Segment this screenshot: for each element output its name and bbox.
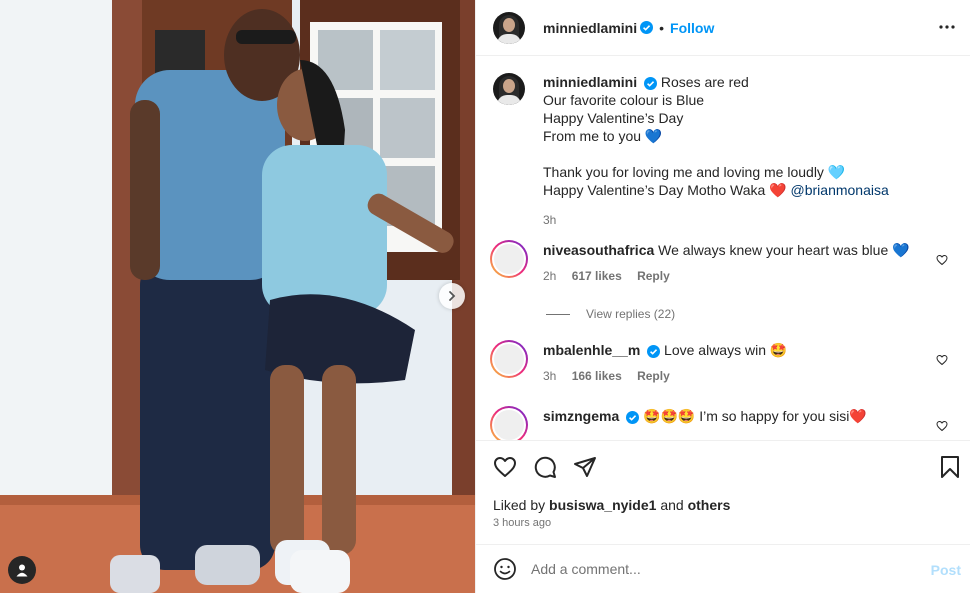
like-heart-icon[interactable] (493, 455, 517, 479)
post-actions: Liked by busiswa_nyide1 and others 3 hou… (476, 440, 970, 543)
caption-line: Happy Valentine’s Day (543, 110, 684, 126)
comment-time[interactable]: 2h (543, 269, 556, 283)
comment-item: niveasouthafrica We always knew your hea… (490, 240, 960, 283)
verified-badge-icon (647, 344, 661, 358)
comment-item: simzngema 🤩🤩🤩 I’m so happy for you sisi❤… (490, 406, 960, 440)
verified-badge-icon (640, 21, 654, 34)
tagged-people-button[interactable] (8, 556, 36, 584)
verified-badge-icon (644, 76, 658, 90)
comment-item: mbalenhle__m Love always win 🤩 3h 166 li… (490, 340, 960, 383)
reply-button[interactable]: Reply (637, 269, 670, 283)
caption-line: Thank you for loving me and loving me lo… (543, 164, 846, 180)
comments-list[interactable]: minniedlamini Roses are red Our favorite… (476, 57, 970, 440)
user-tag-icon (16, 564, 28, 577)
liked-by-prefix: Liked by (493, 497, 546, 513)
post-caption: minniedlamini Roses are red Our favorite… (493, 73, 963, 229)
share-send-icon[interactable] (573, 455, 597, 479)
author-avatar[interactable] (493, 11, 525, 44)
emoji-smiley-icon[interactable] (493, 557, 517, 581)
liked-by-user[interactable]: busiswa_nyide1 (549, 497, 656, 513)
comment-username[interactable]: mbalenhle__m (543, 342, 640, 358)
post-timestamp[interactable]: 3 hours ago (493, 517, 551, 529)
caption-line: Roses are red (660, 74, 749, 90)
comment-input[interactable] (531, 561, 911, 577)
liked-by-and: and (660, 497, 684, 513)
caption-author-avatar[interactable] (493, 73, 525, 105)
caption-username[interactable]: minniedlamini (543, 74, 637, 90)
liked-by-line: Liked by busiswa_nyide1 and others (493, 497, 730, 513)
comment-text: Love always win 🤩 (664, 342, 788, 358)
comment-username[interactable]: simzngema (543, 408, 619, 424)
comment-username[interactable]: niveasouthafrica (543, 242, 654, 258)
view-replies-button[interactable]: View replies (22) (546, 307, 675, 321)
comment-text: 🤩🤩🤩 I’m so happy for you sisi❤️ (643, 408, 867, 424)
caption-time[interactable]: 3h (543, 211, 963, 229)
next-photo-button[interactable] (439, 283, 465, 309)
bookmark-save-icon[interactable] (939, 455, 961, 479)
commenter-avatar[interactable] (490, 240, 528, 278)
header-separator: • (659, 19, 665, 36)
post-comment-button[interactable]: Post (931, 562, 961, 578)
liked-by-others[interactable]: others (688, 497, 731, 513)
caption-line: From me to you 💙 (543, 128, 663, 144)
post-side-panel: minniedlamini • Follow minniedlamini Ros… (475, 0, 970, 593)
caption-mention-link[interactable]: @brianmonaisa (791, 182, 889, 198)
follow-button[interactable]: Follow (670, 20, 714, 36)
caption-line: Happy Valentine’s Day Motho Waka ❤️ (543, 182, 787, 198)
caption-line: Our favorite colour is Blue (543, 92, 705, 108)
like-comment-heart-icon[interactable] (936, 254, 948, 266)
comment-bubble-icon[interactable] (533, 455, 557, 479)
add-comment-bar: Post (476, 544, 970, 593)
author-username[interactable]: minniedlamini (543, 20, 637, 36)
comment-likes[interactable]: 166 likes (572, 369, 622, 383)
commenter-avatar[interactable] (490, 340, 528, 378)
photo-scene (0, 0, 475, 593)
chevron-right-icon (449, 291, 456, 301)
verified-badge-icon (626, 410, 640, 424)
comment-likes[interactable]: 617 likes (572, 269, 622, 283)
caption-line (543, 145, 963, 163)
post-photo[interactable] (0, 0, 475, 593)
like-comment-heart-icon[interactable] (936, 420, 948, 432)
view-replies-label: View replies (22) (586, 307, 676, 321)
commenter-avatar[interactable] (490, 406, 528, 440)
comment-text: We always knew your heart was blue 💙 (658, 242, 910, 258)
comment-time[interactable]: 3h (543, 369, 556, 383)
like-comment-heart-icon[interactable] (936, 354, 948, 366)
post-header: minniedlamini • Follow (476, 0, 970, 56)
more-horizontal-icon[interactable] (937, 17, 957, 37)
reply-button[interactable]: Reply (637, 369, 670, 383)
